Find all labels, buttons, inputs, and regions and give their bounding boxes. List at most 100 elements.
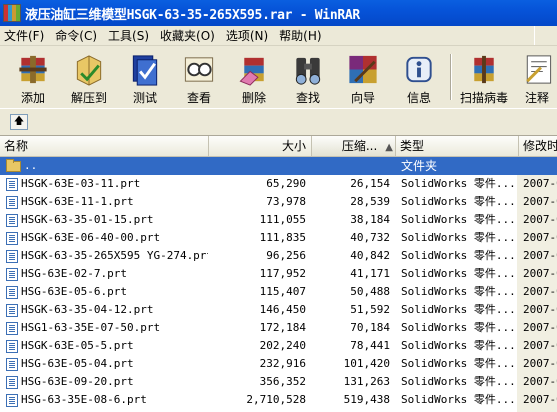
file-name: HSG-63-35E-08-6.prt [21,393,147,406]
prt-file-icon [6,339,18,353]
menu-options[interactable]: 选项(N) [222,27,275,44]
sort-ascending-icon: ▲ [385,142,393,153]
file-modified: 2007-0 [523,285,557,298]
file-row[interactable]: HSG-63E-02-7.prt 117,952 41,171 SolidWorks … [0,265,557,283]
file-row[interactable]: HSG1-63-35E-07-50.prt 172,184 70,184 SolidW… [0,319,557,337]
file-name: HSG1-63-35E-07-50.prt [21,321,161,334]
file-name: HSGK-63E-03-11.prt [21,177,141,190]
file-type: SolidWorks 零件... [401,249,516,262]
file-row[interactable]: HSGK-63E-03-11.prt 65,290 26,154 SolidWorks… [0,175,557,193]
winrar-app-icon[interactable] [3,4,21,22]
file-row[interactable]: HSG-63E-05-6.prt 115,407 50,488 SolidWorks … [0,283,557,301]
prt-file-icon [6,393,18,407]
find-button[interactable]: 查找 [281,50,335,106]
view-button[interactable]: 查看 [172,50,226,106]
file-name: HSG-63E-05-04.prt [21,357,134,370]
prt-file-icon [6,249,18,263]
file-list: .. 文件夹 HSGK-63E-03-11.prt 65,290 26,154 Sol… [0,157,557,409]
file-packed-size: 50,488 [350,285,390,298]
file-row[interactable]: HSGK-63-35-01-15.prt 111,055 38,184 SolidWo… [0,211,557,229]
comment-label: 注释 [524,91,549,105]
parent-folder-row[interactable]: .. 文件夹 [0,157,557,175]
file-row[interactable]: HSGK-63E-06-40-00.prt 111,835 40,732 SolidW… [0,229,557,247]
toolbar: 添加 解压到 测试 查看 删除 查找 向导 信息 扫描病毒 注释 [0,46,557,108]
file-packed-size: 26,154 [350,177,390,190]
column-header-size[interactable]: 大小 [208,136,312,156]
menu-bar-gutter [534,26,557,45]
info-button[interactable]: 信息 [392,50,446,106]
prt-file-icon [6,231,18,245]
menu-help[interactable]: 帮助(H) [275,27,328,44]
extract-to-icon [76,55,102,86]
file-packed-size: 40,842 [350,249,390,262]
prt-file-icon [6,213,18,227]
file-packed-size: 131,263 [343,375,390,388]
test-label: 测试 [132,91,157,105]
file-row[interactable]: HSG-63-35E-08-6.prt 2,710,528 519,438 Solid… [0,391,557,409]
extract-to-button[interactable]: 解压到 [62,50,116,106]
prt-file-icon [6,267,18,281]
file-modified: 2007-0 [523,357,557,370]
file-packed-size: 70,184 [350,321,390,334]
delete-button[interactable]: 删除 [227,50,281,106]
folder-icon [6,158,21,172]
prt-file-icon [6,177,18,191]
file-type: SolidWorks 零件... [401,375,516,388]
view-icon [184,57,214,82]
delete-label: 删除 [241,91,266,105]
file-packed-size: 28,539 [350,195,390,208]
file-size: 232,916 [259,357,306,370]
file-row[interactable]: HSGK-63-35-04-12.prt 146,450 51,592 SolidWo… [0,301,557,319]
file-packed-size: 101,420 [343,357,390,370]
menu-commands[interactable]: 命令(C) [51,27,104,44]
menu-tools[interactable]: 工具(S) [104,27,156,44]
file-packed-size: 40,732 [350,231,390,244]
file-row[interactable]: HSG-63E-05-04.prt 232,916 101,420 SolidWork… [0,355,557,373]
file-size: 2,710,528 [246,393,306,406]
file-name: HSGK-63-35-01-15.prt [21,213,154,226]
column-header-modified[interactable]: 修改时 [519,136,557,156]
file-modified: 2007-0 [523,195,557,208]
column-header-packed[interactable]: 压缩... ▲ [312,136,396,156]
comment-button[interactable]: 注释 [517,50,557,106]
up-folder-button[interactable]: 🡅 [10,114,28,130]
prt-file-icon [6,357,18,371]
menu-file[interactable]: 文件(F) [0,27,51,44]
file-name: HSG-63E-05-6.prt [21,285,127,298]
file-type: SolidWorks 零件... [401,357,516,370]
wizard-button[interactable]: 向导 [336,50,390,106]
file-modified: 2007-0 [523,249,557,262]
file-row[interactable]: HSG-63E-09-20.prt 356,352 131,263 SolidWork… [0,373,557,391]
file-size: 356,352 [259,375,306,388]
scan-virus-button[interactable]: 扫描病毒 [457,50,511,106]
file-size: 115,407 [259,285,306,298]
column-header-type[interactable]: 类型 [396,136,519,156]
file-type: SolidWorks 零件... [401,303,516,316]
file-row[interactable]: HSGK-63E-05-5.prt 202,240 78,441 SolidWorks… [0,337,557,355]
file-type: SolidWorks 零件... [401,339,516,352]
find-icon [295,57,321,85]
file-name: HSGK-63-35-04-12.prt [21,303,154,316]
file-modified: 2007-0 [523,231,557,244]
file-packed-size: 51,592 [350,303,390,316]
file-type: SolidWorks 零件... [401,285,516,298]
scan-virus-icon [474,55,494,84]
file-modified: 2007-0 [523,177,557,190]
test-icon [132,55,158,86]
window-title: 液压油缸三维模型HSGK-63-35-265X595.rar - WinRAR [25,7,360,23]
file-row[interactable]: HSGK-63E-11-1.prt 73,978 28,539 SolidWorks … [0,193,557,211]
up-arrow-icon: 🡅 [13,116,25,127]
view-label: 查看 [186,91,211,105]
file-packed-size: 41,171 [350,267,390,280]
menu-favorites[interactable]: 收藏夹(O) [156,27,222,44]
file-row[interactable]: HSGK-63-35-265X595 YG-274.prt 96,256 40,84… [0,247,557,265]
file-type: SolidWorks 零件... [401,393,516,406]
file-modified: 2007-0 [523,339,557,352]
file-name: HSGK-63E-05-5.prt [21,339,134,352]
file-name: HSGK-63E-11-1.prt [21,195,134,208]
prt-file-icon [6,321,18,335]
file-packed-size: 78,441 [350,339,390,352]
test-button[interactable]: 测试 [118,50,172,106]
address-bar: 🡅 [0,108,557,136]
add-button[interactable]: 添加 [6,50,60,106]
